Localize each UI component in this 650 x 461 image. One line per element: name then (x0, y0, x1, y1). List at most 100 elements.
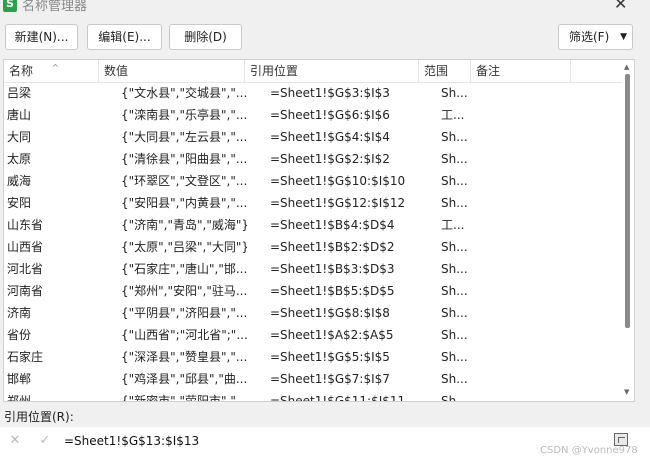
table-row[interactable]: 大同 {"大同县","左云县","... =Sheet1!$G$4:$I$4 Sh..… (4, 126, 622, 148)
row-name: 山西省 (7, 240, 44, 254)
table-row[interactable]: 唐山 {"滦南县","乐亭县","... =Sheet1!$G$6:$I$6 工... (4, 104, 622, 126)
row-value: {"济南","青岛","威海"} (121, 218, 247, 232)
row-value: {"鸡泽县","邱县","曲... (121, 372, 247, 386)
vertical-scrollbar[interactable]: ▲ ▼ (622, 60, 634, 401)
row-ref: =Sheet1!$G$11:$I$11 (270, 394, 406, 402)
row-name: 省份 (7, 328, 32, 342)
row-ref: =Sheet1!$G$7:$I$7 (270, 372, 390, 386)
list-header: 名称 ^ 数值 引用位置 范围 备注 (4, 60, 622, 83)
row-name: 石家庄 (7, 350, 44, 364)
list-rows: 吕梁 {"文水县","交城县","... =Sheet1!$G$3:$I$3 Sh..… (4, 82, 622, 402)
table-row[interactable]: 威海 {"环翠区","文登区","... =Sheet1!$G$10:$I$10 Sh… (4, 170, 622, 192)
row-name: 威海 (7, 174, 32, 188)
filter-label: 筛选(F) (569, 30, 610, 44)
row-value: {"平阴县","济阳县","... (121, 306, 247, 320)
ref-input[interactable]: =Sheet1!$G$13:$I$13 (64, 429, 604, 453)
row-scope: Sh... (441, 350, 468, 364)
scrollbar-thumb[interactable] (625, 74, 630, 328)
table-row[interactable]: 省份 {"山西省";"河北省";"... =Sheet1!$A$2:$A$5 Sh..… (4, 324, 622, 346)
row-value: {"环翠区","文登区","... (121, 174, 247, 188)
watermark: CSDN @Yvonne978 (540, 445, 638, 456)
row-scope: Sh... (441, 372, 468, 386)
table-row[interactable]: 邯郸 {"鸡泽县","邱县","曲... =Sheet1!$G$7:$I$7 Sh..… (4, 368, 622, 390)
table-row[interactable]: 河北省 {"石家庄","唐山","邯... =Sheet1!$B$3:$D$3 Sh.… (4, 258, 622, 280)
names-list[interactable]: 名称 ^ 数值 引用位置 范围 备注 吕梁 {"文水县","交城县","... =S… (3, 59, 635, 402)
row-name: 唐山 (7, 108, 32, 122)
filter-button[interactable]: 筛选(F) ▼ (558, 24, 633, 50)
row-ref: =Sheet1!$G$6:$I$6 (270, 108, 390, 122)
app-logo-icon: S (3, 0, 17, 12)
row-scope: 工... (441, 108, 465, 122)
row-value: {"滦南县","乐亭县","... (121, 108, 247, 122)
row-scope: Sh... (441, 394, 468, 402)
column-header-note[interactable]: 备注 (471, 60, 571, 82)
scroll-up-icon[interactable]: ▲ (624, 63, 629, 71)
row-scope: Sh... (441, 240, 468, 254)
window-title: 名称管理器 (22, 0, 88, 14)
row-name: 吕梁 (7, 86, 32, 100)
row-ref: =Sheet1!$B$5:$D$5 (270, 284, 395, 298)
row-value: {"山西省";"河北省";"... (121, 328, 247, 342)
table-row[interactable]: 济南 {"平阴县","济阳县","... =Sheet1!$G$8:$I$8 Sh..… (4, 302, 622, 324)
row-ref: =Sheet1!$G$5:$I$5 (270, 350, 390, 364)
row-scope: Sh... (441, 174, 468, 188)
row-scope: Sh... (441, 86, 468, 100)
row-ref: =Sheet1!$B$4:$D$4 (270, 218, 395, 232)
scroll-down-icon[interactable]: ▼ (624, 388, 629, 396)
new-button[interactable]: 新建(N)... (5, 24, 78, 50)
column-header-name[interactable]: 名称 ^ (4, 60, 99, 82)
row-scope: Sh... (441, 152, 468, 166)
row-ref: =Sheet1!$G$4:$I$4 (270, 130, 390, 144)
chevron-down-icon: ▼ (620, 32, 627, 42)
table-row[interactable]: 吕梁 {"文水县","交城县","... =Sheet1!$G$3:$I$3 Sh..… (4, 82, 622, 104)
column-label-name: 名称 (9, 64, 34, 78)
column-header-ref[interactable]: 引用位置 (245, 60, 419, 82)
row-scope: Sh... (441, 284, 468, 298)
table-row[interactable]: 河南省 {"郑州","安阳","驻马... =Sheet1!$B$5:$D$5 Sh.… (4, 280, 622, 302)
column-header-scope[interactable]: 范围 (419, 60, 471, 82)
row-value: {"新密市","荥阳市","... (121, 394, 247, 402)
row-ref: =Sheet1!$G$2:$I$2 (270, 152, 390, 166)
table-row[interactable]: 安阳 {"安阳县","内黄县","... =Sheet1!$G$12:$I$12 Sh… (4, 192, 622, 214)
edit-button[interactable]: 编辑(E)... (87, 24, 162, 50)
table-row[interactable]: 郑州 {"新密市","荥阳市","... =Sheet1!$G$11:$I$11 Sh… (4, 390, 622, 402)
row-ref: =Sheet1!$A$2:$A$5 (270, 328, 394, 342)
row-ref: =Sheet1!$G$3:$I$3 (270, 86, 390, 100)
row-name: 河南省 (7, 284, 44, 298)
row-ref: =Sheet1!$G$12:$I$12 (270, 196, 406, 210)
row-name: 太原 (7, 152, 32, 166)
row-name: 邯郸 (7, 372, 32, 386)
row-value: {"文水县","交城县","... (121, 86, 247, 100)
row-value: {"大同县","左云县","... (121, 130, 247, 144)
row-ref: =Sheet1!$G$10:$I$10 (270, 174, 406, 188)
row-value: {"安阳县","内黄县","... (121, 196, 247, 210)
table-row[interactable]: 太原 {"清徐县","阳曲县","... =Sheet1!$G$2:$I$2 Sh..… (4, 148, 622, 170)
row-ref: =Sheet1!$G$8:$I$8 (270, 306, 390, 320)
table-row[interactable]: 山东省 {"济南","青岛","威海"} =Sheet1!$B$4:$D$4 工... (4, 214, 622, 236)
row-name: 郑州 (7, 394, 32, 402)
row-value: {"太原","吕梁","大同"} (121, 240, 247, 254)
row-name: 济南 (7, 306, 32, 320)
row-name: 山东省 (7, 218, 44, 232)
row-ref: =Sheet1!$B$3:$D$3 (270, 262, 395, 276)
row-value: {"深泽县","赞皇县","... (121, 350, 247, 364)
sort-asc-icon: ^ (52, 63, 59, 72)
table-row[interactable]: 石家庄 {"深泽县","赞皇县","... =Sheet1!$G$5:$I$5 Sh.… (4, 346, 622, 368)
close-icon[interactable]: ✕ (614, 0, 627, 13)
table-row[interactable]: 山西省 {"太原","吕梁","大同"} =Sheet1!$B$2:$D$2 Sh..… (4, 236, 622, 258)
row-scope: Sh... (441, 306, 468, 320)
row-scope: Sh... (441, 262, 468, 276)
x-icon[interactable]: ✕ (4, 430, 26, 452)
row-scope: Sh... (441, 130, 468, 144)
row-value: {"郑州","安阳","驻马... (121, 284, 247, 298)
row-scope: Sh... (441, 196, 468, 210)
row-value: {"石家庄","唐山","邯... (121, 262, 247, 276)
row-scope: Sh... (441, 328, 468, 342)
column-header-value[interactable]: 数值 (99, 60, 245, 82)
row-value: {"清徐县","阳曲县","... (121, 152, 247, 166)
delete-button[interactable]: 删除(D) (169, 24, 242, 50)
row-name: 河北省 (7, 262, 44, 276)
row-scope: 工... (441, 218, 465, 232)
ref-label: 引用位置(R): (4, 410, 74, 424)
check-icon[interactable]: ✓ (34, 430, 56, 452)
